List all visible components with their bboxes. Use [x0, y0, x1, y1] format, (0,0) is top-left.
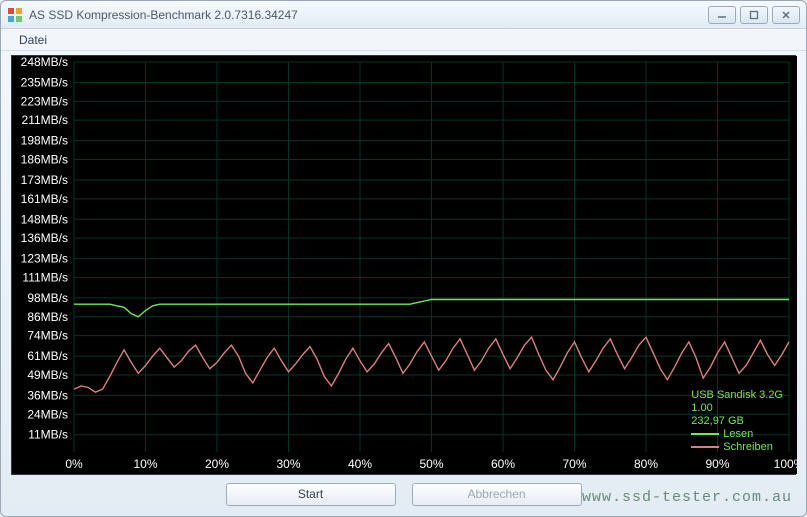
svg-text:90%: 90%: [705, 457, 729, 471]
svg-text:173MB/s: 173MB/s: [21, 173, 68, 187]
svg-text:211MB/s: 211MB/s: [22, 113, 68, 127]
svg-text:100%: 100%: [774, 457, 797, 471]
minimize-button[interactable]: [708, 6, 736, 24]
svg-text:60%: 60%: [491, 457, 515, 471]
svg-text:61MB/s: 61MB/s: [27, 349, 68, 363]
svg-text:11MB/s: 11MB/s: [28, 428, 68, 442]
menubar: Datei: [1, 29, 806, 51]
svg-text:123MB/s: 123MB/s: [21, 252, 68, 266]
close-button[interactable]: [772, 6, 800, 24]
compression-chart: 248MB/s 235MB/s 223MB/s 211MB/s 198MB/s 186MB…: [12, 56, 797, 474]
svg-text:0%: 0%: [65, 457, 83, 471]
svg-text:36MB/s: 36MB/s: [27, 388, 68, 402]
svg-text:70%: 70%: [562, 457, 586, 471]
svg-text:186MB/s: 186MB/s: [21, 153, 68, 167]
svg-text:223MB/s: 223MB/s: [21, 94, 68, 108]
chart-area: 248MB/s 235MB/s 223MB/s 211MB/s 198MB/s 186MB…: [11, 55, 796, 475]
titlebar: AS SSD Kompression-Benchmark 2.0.7316.34…: [1, 1, 806, 29]
svg-text:86MB/s: 86MB/s: [27, 310, 68, 324]
svg-text:40%: 40%: [348, 457, 372, 471]
svg-text:80%: 80%: [634, 457, 658, 471]
bottom-bar: Start Abbrechen: [1, 480, 806, 508]
svg-text:24MB/s: 24MB/s: [27, 407, 68, 421]
window-title: AS SSD Kompression-Benchmark 2.0.7316.34…: [29, 8, 708, 22]
app-icon: [7, 7, 23, 23]
maximize-button[interactable]: [740, 6, 768, 24]
svg-text:30%: 30%: [276, 457, 300, 471]
svg-text:20%: 20%: [205, 457, 229, 471]
cancel-button: Abbrechen: [412, 483, 582, 506]
app-window: AS SSD Kompression-Benchmark 2.0.7316.34…: [0, 0, 807, 517]
svg-text:49MB/s: 49MB/s: [27, 368, 68, 382]
window-controls: [708, 6, 800, 24]
svg-text:50%: 50%: [419, 457, 443, 471]
svg-text:161MB/s: 161MB/s: [21, 192, 68, 206]
svg-text:235MB/s: 235MB/s: [21, 75, 68, 89]
svg-text:198MB/s: 198MB/s: [21, 134, 68, 148]
svg-text:74MB/s: 74MB/s: [27, 329, 68, 343]
start-button[interactable]: Start: [226, 483, 396, 506]
menu-datei[interactable]: Datei: [11, 31, 55, 49]
svg-text:10%: 10%: [133, 457, 157, 471]
svg-text:111MB/s: 111MB/s: [22, 270, 68, 284]
svg-text:148MB/s: 148MB/s: [21, 212, 68, 226]
svg-text:98MB/s: 98MB/s: [27, 291, 68, 305]
svg-text:248MB/s: 248MB/s: [21, 56, 68, 69]
svg-text:136MB/s: 136MB/s: [21, 231, 68, 245]
